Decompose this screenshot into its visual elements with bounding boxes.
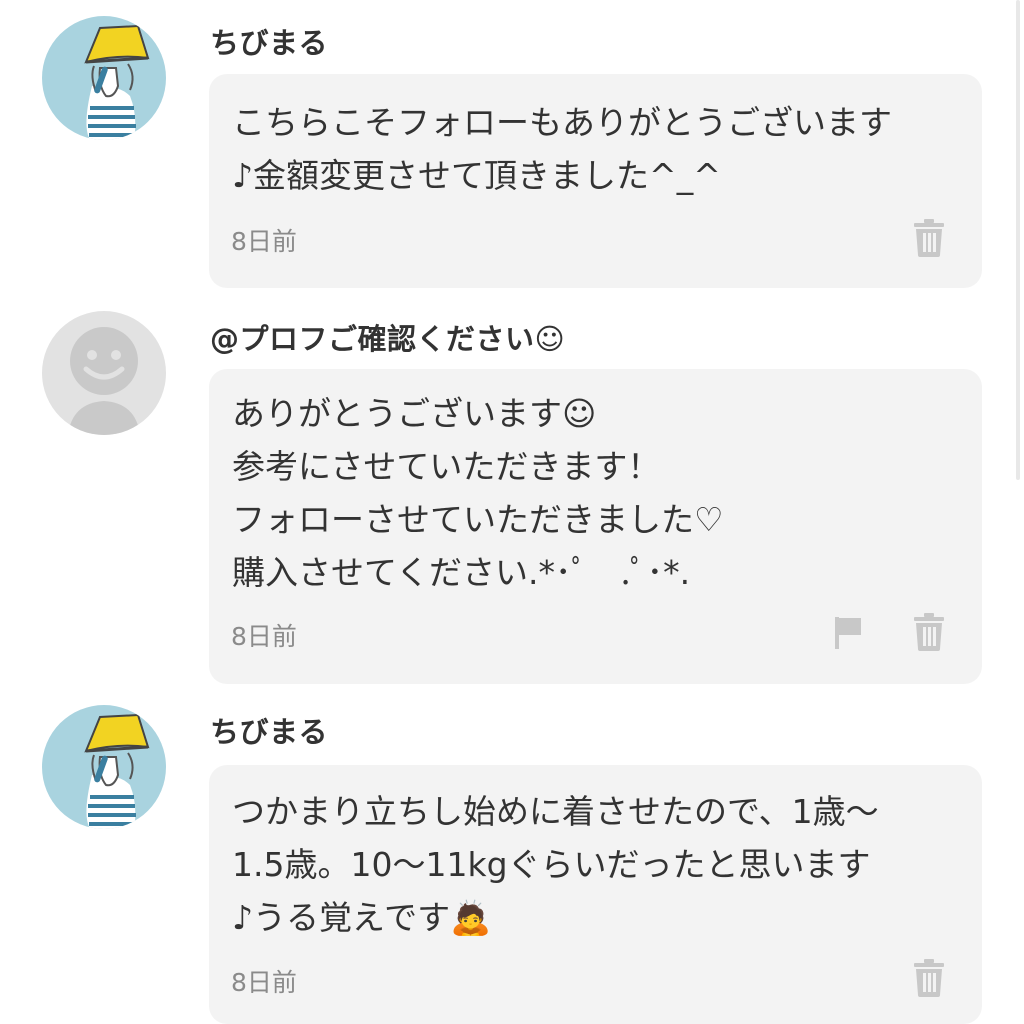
comment-line: 参考にさせていただきます！ xyxy=(232,447,661,486)
comment-line: 購入させてください.*･ﾟ .ﾟ･*. xyxy=(232,553,691,592)
comment-bubble: ありがとうございます☺ 参考にさせていただきます！ フォローさせていただきました… xyxy=(209,369,982,684)
comment-line: ♪うる覚えです🙇 xyxy=(232,898,492,937)
trash-icon xyxy=(914,613,944,651)
report-button[interactable] xyxy=(833,615,869,655)
comment-bubble: こちらこそフォローもありがとうございます ♪金額変更させて頂きました^_^ 8日… xyxy=(209,74,982,288)
comment-text: ありがとうございます☺ 参考にさせていただきます！ フォローさせていただきました… xyxy=(232,387,964,599)
comment-text: こちらこそフォローもありがとうございます ♪金額変更させて頂きました^_^ xyxy=(232,96,964,202)
comment-line: ありがとうございます☺ xyxy=(232,394,597,433)
yellow-bucket-hat-avatar-icon xyxy=(42,16,166,140)
yellow-bucket-hat-avatar-icon xyxy=(42,705,166,829)
scrollbar[interactable] xyxy=(1016,0,1020,480)
comment-timestamp: 8日前 xyxy=(231,227,297,256)
comment-line: つかまり立ちし始めに着させたので、1歳〜 xyxy=(232,792,879,831)
comment-author[interactable]: ちびまる xyxy=(210,709,328,751)
comment-author[interactable]: ちびまる xyxy=(210,20,328,62)
avatar[interactable] xyxy=(42,311,166,435)
comment-bubble: つかまり立ちし始めに着させたので、1歳〜 1.5歳。10〜11kgぐらいだったと… xyxy=(209,765,982,1024)
comment-timestamp: 8日前 xyxy=(231,968,297,997)
comment-line: ♪金額変更させて頂きました^_^ xyxy=(232,156,721,195)
delete-button[interactable] xyxy=(912,219,948,259)
avatar[interactable] xyxy=(42,705,166,829)
comment-text: つかまり立ちし始めに着させたので、1歳〜 1.5歳。10〜11kgぐらいだったと… xyxy=(232,785,964,944)
comment-author[interactable]: @プロフご確認ください☺ xyxy=(210,316,565,358)
trash-icon xyxy=(914,959,944,997)
delete-button[interactable] xyxy=(912,959,948,999)
delete-button[interactable] xyxy=(912,613,948,653)
default-user-avatar-icon xyxy=(42,311,166,435)
comment-line: フォローさせていただきました♡ xyxy=(232,500,724,539)
avatar[interactable] xyxy=(42,16,166,140)
flag-icon xyxy=(835,617,861,649)
comment-timestamp: 8日前 xyxy=(231,622,297,651)
comment-line: 1.5歳。10〜11kgぐらいだったと思います xyxy=(232,845,871,884)
comment-line: こちらこそフォローもありがとうございます xyxy=(232,103,892,142)
trash-icon xyxy=(914,219,944,257)
